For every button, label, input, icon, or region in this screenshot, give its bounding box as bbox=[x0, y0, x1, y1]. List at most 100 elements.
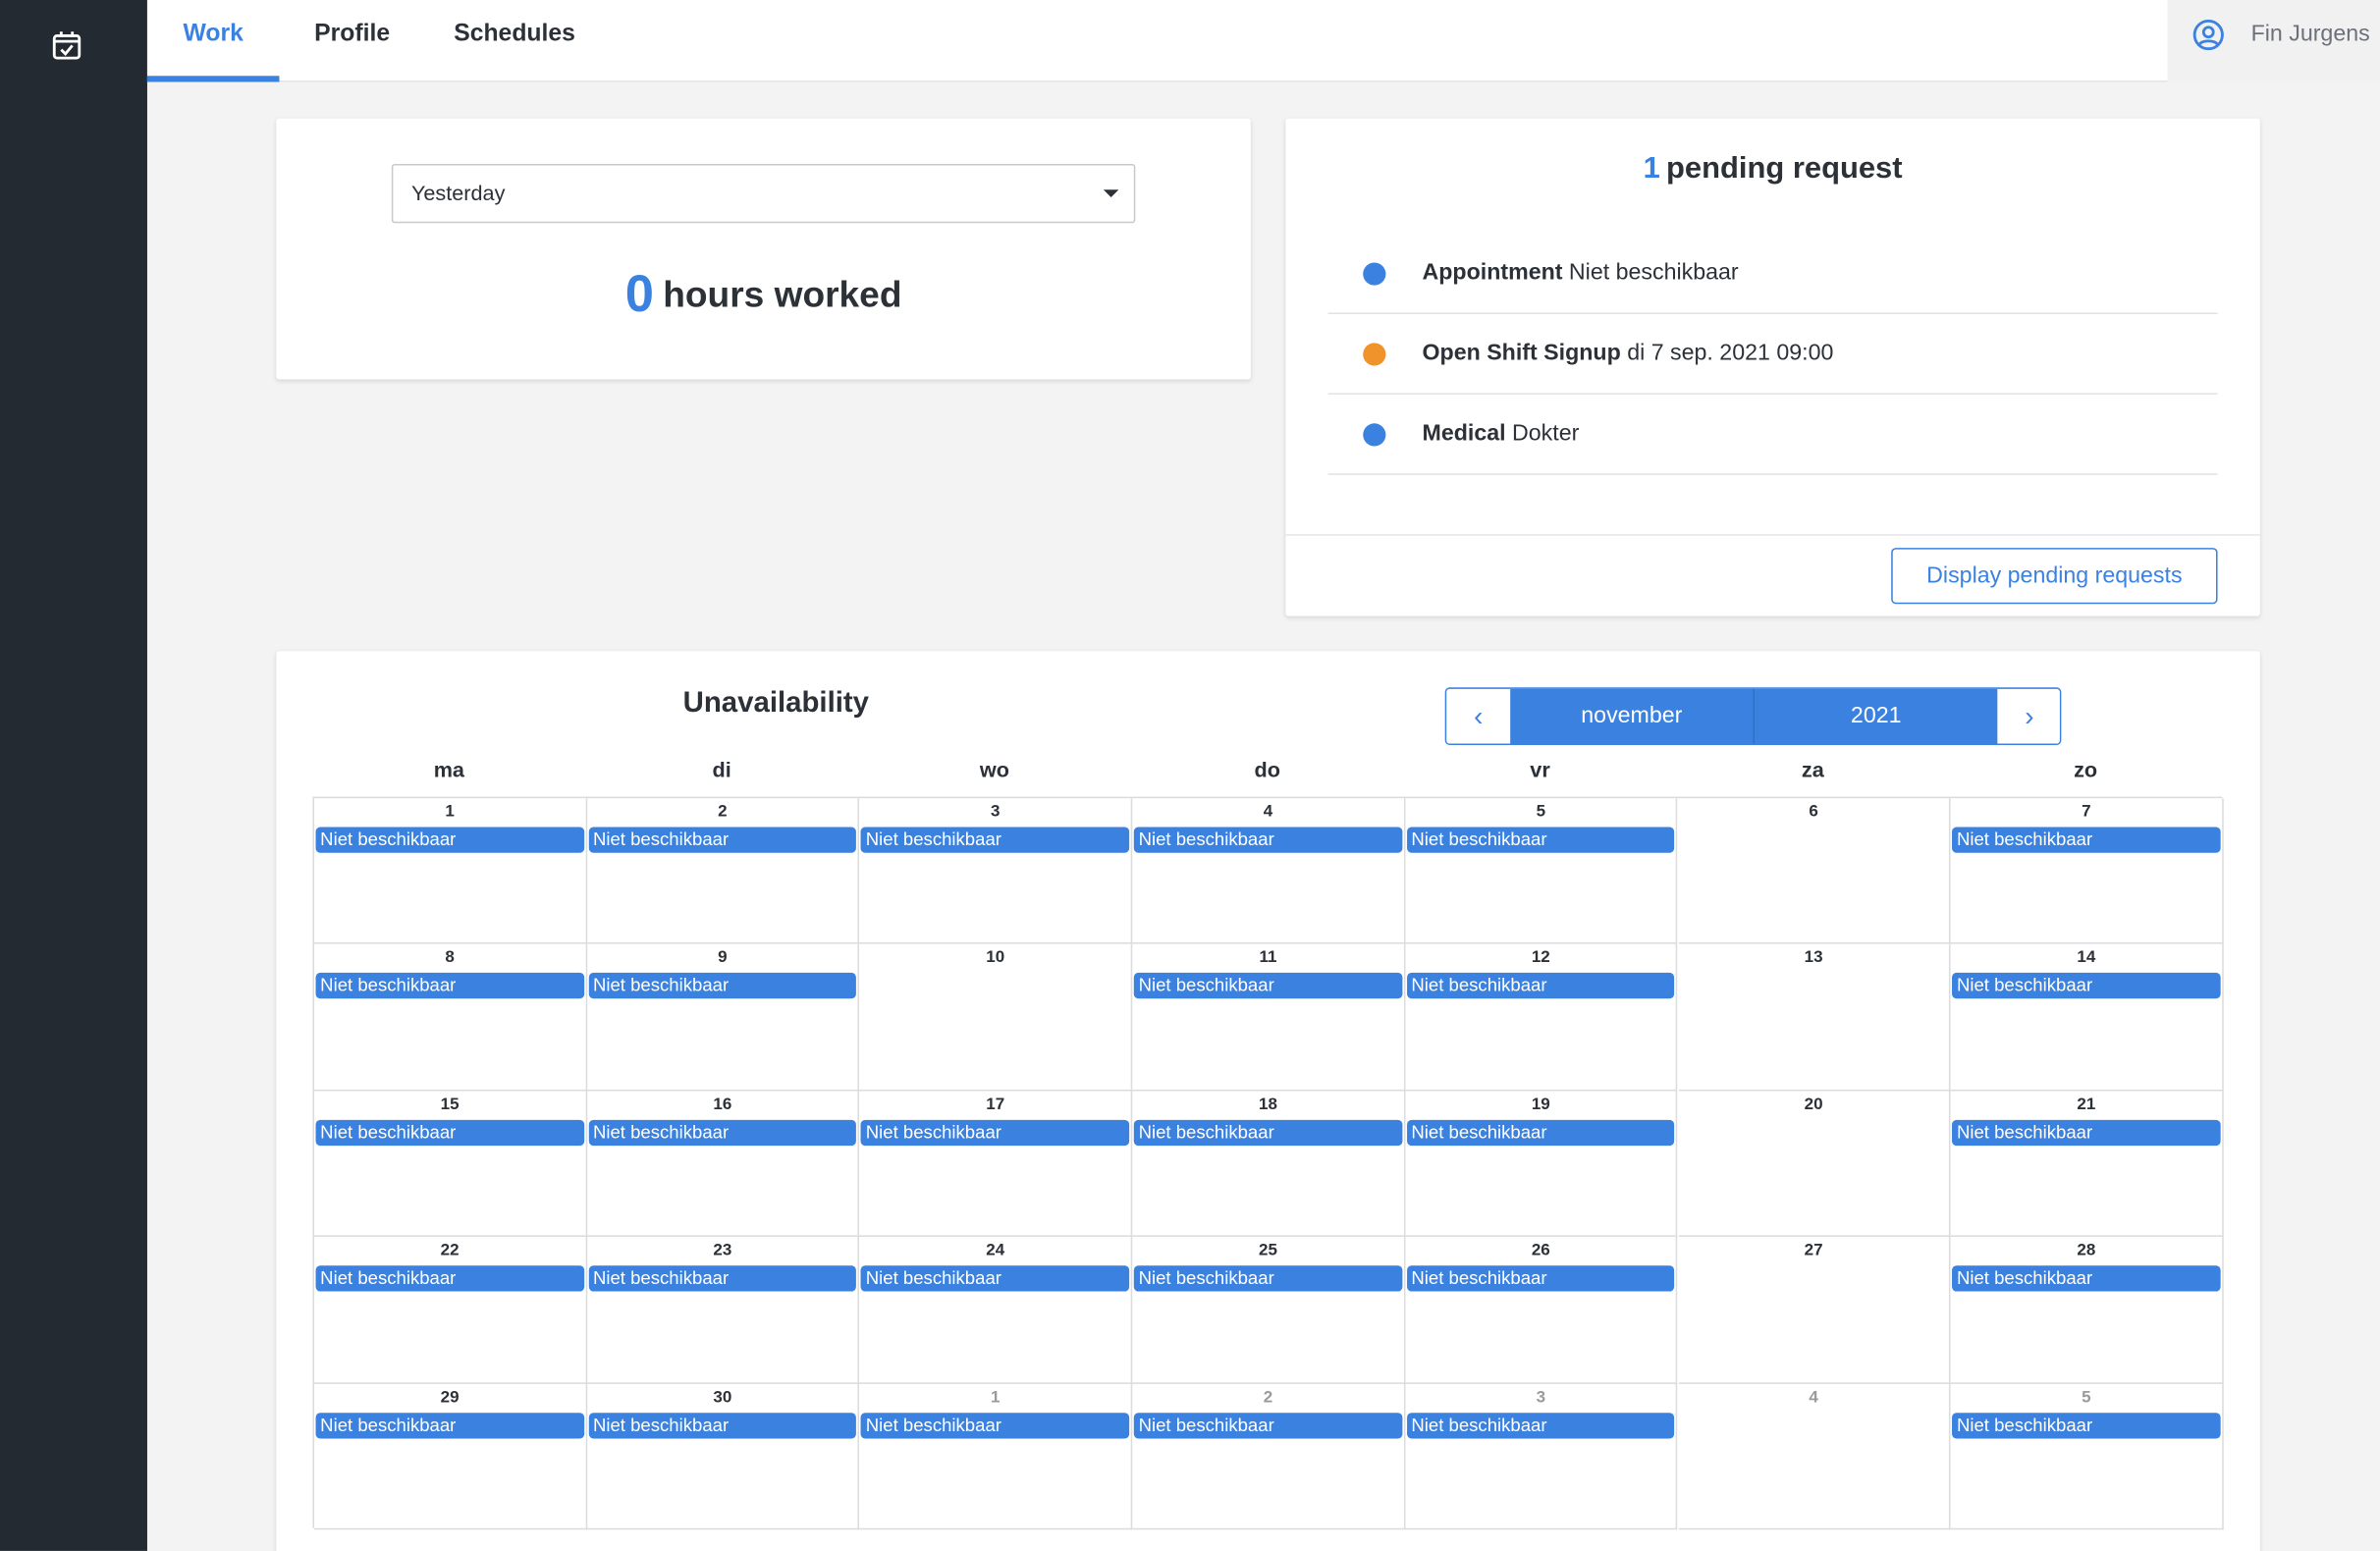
calendar-day-cell[interactable]: 1 Niet beschikbaar bbox=[859, 1383, 1133, 1530]
day-number: 22 bbox=[440, 1241, 460, 1260]
unavailability-event[interactable]: Niet beschikbaar bbox=[1133, 827, 1403, 853]
hours-worked: 0 hours worked bbox=[276, 266, 1250, 325]
day-number: 2 bbox=[1263, 1387, 1273, 1407]
calendar-day-cell[interactable]: 16 Niet beschikbaar bbox=[586, 1091, 860, 1238]
unavailability-event[interactable]: Niet beschikbaar bbox=[315, 973, 584, 999]
unavailability-card: Unavailability ‹ november 2021 › ma di wo d… bbox=[276, 651, 2260, 1551]
calendar-check-icon[interactable] bbox=[50, 28, 83, 62]
unavailability-event[interactable]: Niet beschikbaar bbox=[1406, 827, 1675, 853]
calendar-day-cell[interactable]: 4 Niet beschikbaar bbox=[1132, 798, 1406, 945]
calendar-day-cell[interactable]: 26 Niet beschikbaar bbox=[1405, 1237, 1678, 1384]
calendar-day-cell[interactable]: 11 Niet beschikbaar bbox=[1132, 944, 1406, 1092]
unavailability-event[interactable]: Niet beschikbaar bbox=[315, 1412, 584, 1438]
tab-profile[interactable]: Profile bbox=[296, 0, 407, 81]
unavailability-event[interactable]: Niet beschikbaar bbox=[1406, 1412, 1675, 1438]
calendar-day-cell[interactable]: 2 Niet beschikbaar bbox=[1132, 1383, 1406, 1530]
unavailability-event[interactable]: Niet beschikbaar bbox=[1406, 973, 1675, 999]
pending-title-text: pending request bbox=[1666, 151, 1903, 186]
unavailability-event[interactable]: Niet beschikbaar bbox=[588, 827, 857, 853]
calendar-day-cell[interactable]: 1 Niet beschikbaar bbox=[314, 798, 587, 945]
unavailability-event[interactable]: Niet beschikbaar bbox=[1952, 1265, 2221, 1292]
request-type: Medical bbox=[1422, 420, 1506, 447]
calendar-day-cell[interactable]: 30 Niet beschikbaar bbox=[586, 1383, 860, 1530]
list-item[interactable]: Medical Dokter bbox=[1327, 395, 2218, 475]
day-number: 3 bbox=[990, 802, 1001, 822]
calendar-day-cell[interactable]: 23 Niet beschikbaar bbox=[586, 1237, 860, 1384]
calendar-day-cell[interactable]: 8 Niet beschikbaar bbox=[314, 944, 587, 1092]
month-selector[interactable]: november bbox=[1510, 688, 1754, 744]
calendar-day-cell[interactable]: 3 Niet beschikbaar bbox=[1405, 1383, 1678, 1530]
chevron-right-icon[interactable]: › bbox=[1997, 688, 2060, 744]
calendar-day-cell[interactable]: 5 Niet beschikbaar bbox=[1405, 798, 1678, 945]
calendar-day-cell[interactable]: 19 Niet beschikbaar bbox=[1405, 1091, 1678, 1238]
tab-work[interactable]: Work bbox=[146, 0, 280, 82]
list-item[interactable]: Appointment Niet beschikbaar bbox=[1327, 234, 2218, 315]
calendar-day-cell[interactable]: 18 Niet beschikbaar bbox=[1132, 1091, 1406, 1238]
day-number: 29 bbox=[440, 1387, 460, 1407]
calendar-day-cell[interactable]: 9 Niet beschikbaar bbox=[586, 944, 860, 1092]
period-select[interactable]: Yesterday bbox=[391, 163, 1136, 224]
calendar-day-cell[interactable]: 25 Niet beschikbaar bbox=[1132, 1237, 1406, 1384]
unavailability-event[interactable]: Niet beschikbaar bbox=[1406, 1265, 1675, 1292]
unavailability-event[interactable]: Niet beschikbaar bbox=[315, 1265, 584, 1292]
display-pending-requests-button[interactable]: Display pending requests bbox=[1891, 548, 2218, 605]
day-number: 12 bbox=[1531, 948, 1550, 968]
unavailability-event[interactable]: Niet beschikbaar bbox=[1133, 973, 1403, 999]
unavailability-event[interactable]: Niet beschikbaar bbox=[1406, 1119, 1675, 1146]
unavailability-event[interactable]: Niet beschikbaar bbox=[861, 1265, 1130, 1292]
day-number: 10 bbox=[986, 948, 1005, 968]
unavailability-event[interactable]: Niet beschikbaar bbox=[861, 1119, 1130, 1146]
calendar-day-cell[interactable]: 14 Niet beschikbaar bbox=[1950, 944, 2224, 1092]
unavailability-event[interactable]: Niet beschikbaar bbox=[1133, 1412, 1403, 1438]
calendar-day-cell[interactable]: 17 Niet beschikbaar bbox=[859, 1091, 1133, 1238]
unavailability-event[interactable]: Niet beschikbaar bbox=[1952, 827, 2221, 853]
chevron-left-icon[interactable]: ‹ bbox=[1446, 688, 1511, 744]
calendar-day-cell[interactable]: 4 bbox=[1677, 1383, 1951, 1530]
year-selector[interactable]: 2021 bbox=[1753, 688, 1998, 744]
calendar-day-cell[interactable]: 5 Niet beschikbaar bbox=[1950, 1383, 2224, 1530]
day-number: 27 bbox=[1804, 1241, 1823, 1260]
list-item[interactable]: Open Shift Signup di 7 sep. 2021 09:00 bbox=[1327, 314, 2218, 395]
day-number: 1 bbox=[445, 802, 455, 822]
unavailability-event[interactable]: Niet beschikbaar bbox=[315, 1119, 584, 1146]
calendar-day-cell[interactable]: 2 Niet beschikbaar bbox=[586, 798, 860, 945]
unavailability-event[interactable]: Niet beschikbaar bbox=[1952, 973, 2221, 999]
calendar-day-cell[interactable]: 13 bbox=[1677, 944, 1951, 1092]
calendar-day-cell[interactable]: 15 Niet beschikbaar bbox=[314, 1091, 587, 1238]
calendar-day-cell[interactable]: 7 Niet beschikbaar bbox=[1950, 798, 2224, 945]
calendar-day-cell[interactable]: 27 bbox=[1677, 1237, 1951, 1384]
unavailability-event[interactable]: Niet beschikbaar bbox=[588, 1119, 857, 1146]
day-number: 8 bbox=[445, 948, 455, 968]
unavailability-event[interactable]: Niet beschikbaar bbox=[1952, 1412, 2221, 1438]
calendar-day-cell[interactable]: 28 Niet beschikbaar bbox=[1950, 1237, 2224, 1384]
top-navigation: Work Profile Schedules Fin Jurgens bbox=[146, 0, 2380, 82]
calendar-day-cell[interactable]: 6 bbox=[1677, 798, 1951, 945]
calendar-day-cell[interactable]: 20 bbox=[1677, 1091, 1951, 1238]
unavailability-event[interactable]: Niet beschikbaar bbox=[1952, 1119, 2221, 1146]
user-menu[interactable]: Fin Jurgens bbox=[2167, 0, 2380, 82]
hours-card: Yesterday 0 hours worked bbox=[276, 118, 1251, 380]
calendar-day-cell[interactable]: 21 Niet beschikbaar bbox=[1950, 1091, 2224, 1238]
unavailability-event[interactable]: Niet beschikbaar bbox=[1133, 1119, 1403, 1146]
request-detail: di 7 sep. 2021 09:00 bbox=[1627, 340, 1834, 366]
unavailability-event[interactable]: Niet beschikbaar bbox=[588, 1265, 857, 1292]
calendar-day-cell[interactable]: 24 Niet beschikbaar bbox=[859, 1237, 1133, 1384]
unavailability-event[interactable]: Niet beschikbaar bbox=[861, 1412, 1130, 1438]
day-number: 4 bbox=[1263, 802, 1273, 822]
calendar-day-cell[interactable]: 10 bbox=[859, 944, 1133, 1092]
tab-schedules[interactable]: Schedules bbox=[445, 0, 584, 81]
calendar-grid: 1 Niet beschikbaar 2 Niet beschikbaar 3 Niet … bbox=[312, 796, 2224, 1530]
unavailability-event[interactable]: Niet beschikbaar bbox=[1133, 1265, 1403, 1292]
unavailability-event[interactable]: Niet beschikbaar bbox=[315, 827, 584, 853]
day-number: 25 bbox=[1259, 1241, 1277, 1260]
unavailability-event[interactable]: Niet beschikbaar bbox=[861, 827, 1130, 853]
request-type: Appointment bbox=[1422, 259, 1563, 286]
unavailability-event[interactable]: Niet beschikbaar bbox=[588, 1412, 857, 1438]
calendar-day-cell[interactable]: 29 Niet beschikbaar bbox=[314, 1383, 587, 1530]
calendar-day-cell[interactable]: 12 Niet beschikbaar bbox=[1405, 944, 1678, 1092]
unavailability-event[interactable]: Niet beschikbaar bbox=[588, 973, 857, 999]
calendar-day-cell[interactable]: 3 Niet beschikbaar bbox=[859, 798, 1133, 945]
calendar-day-cell[interactable]: 22 Niet beschikbaar bbox=[314, 1237, 587, 1384]
request-detail: Dokter bbox=[1512, 420, 1580, 447]
day-number: 4 bbox=[1809, 1387, 1818, 1407]
